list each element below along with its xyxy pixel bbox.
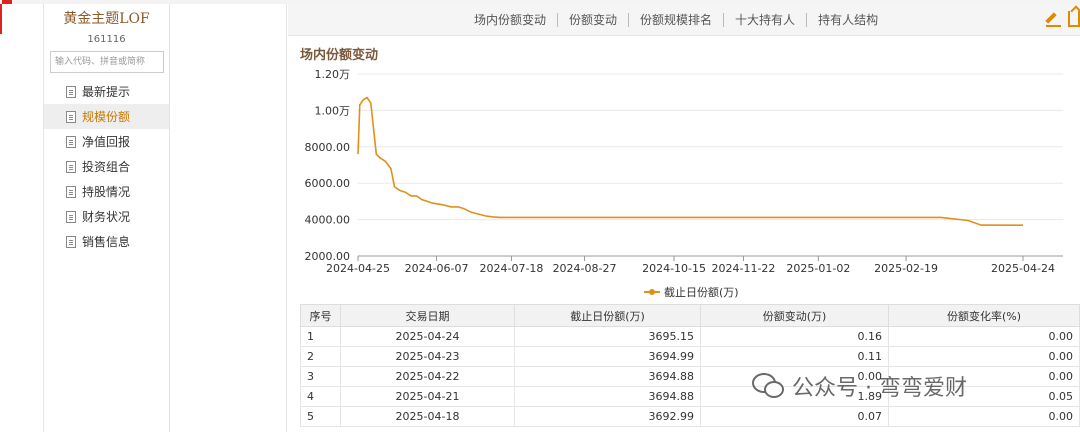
edit-icon[interactable] — [1046, 11, 1062, 27]
row-shares: 3694.88 — [514, 386, 701, 407]
document-icon — [66, 235, 76, 248]
row-date: 2025-04-22 — [340, 366, 515, 387]
y-tick-label: 8000.00 — [305, 141, 351, 154]
x-tick-label: 2024-11-22 — [712, 262, 776, 275]
row-index: 1 — [300, 326, 341, 347]
section-title: 场内份额变动 — [300, 48, 379, 63]
sidebar-item-5[interactable]: 财务状况 — [44, 204, 169, 229]
row-date: 2025-04-23 — [340, 346, 515, 367]
row-date: 2025-04-24 — [340, 326, 515, 347]
sidebar-item-6[interactable]: 销售信息 — [44, 229, 169, 254]
row-shares: 3692.99 — [514, 406, 701, 427]
toolbar — [1046, 11, 1080, 27]
table-row: 2 2025-04-23 3694.99 0.11 0.00 — [300, 346, 1080, 367]
tab-1[interactable]: 份额变动 — [557, 13, 628, 27]
row-index: 4 — [300, 386, 341, 407]
sidebar-item-0[interactable]: 最新提示 — [44, 79, 169, 104]
secondary-panel — [170, 4, 287, 432]
sidebar-item-label: 最新提示 — [82, 85, 131, 99]
sidebar-item-1[interactable]: 规模份额 — [44, 104, 169, 129]
watermark-text: 公众号 · 弯弯爱财 — [792, 376, 967, 401]
fund-code: 161116 — [87, 34, 126, 45]
x-tick-label: 2025-01-02 — [786, 262, 850, 275]
sidebar-item-4[interactable]: 持股情况 — [44, 179, 169, 204]
tab-bar: 场内份额变动 份额变动 份额规模排名 十大持有人 持有人结构 — [288, 4, 1080, 36]
document-icon — [66, 110, 76, 123]
document-icon — [66, 210, 76, 223]
y-tick-label: 6000.00 — [305, 177, 351, 190]
row-index: 5 — [300, 406, 341, 427]
x-tick-label: 2024-04-25 — [326, 262, 390, 275]
x-tick-label: 2024-06-07 — [405, 262, 469, 275]
sidebar-item-label: 销售信息 — [82, 235, 131, 249]
legend-marker — [649, 289, 655, 295]
column-header-2[interactable]: 截止日份额(万) — [514, 304, 701, 327]
table-header-row: 序号 交易日期 截止日份额(万) 份额变动(万) 份额变化率(%) — [300, 304, 1080, 327]
column-header-4[interactable]: 份额变化率(%) — [888, 304, 1080, 327]
y-tick-label: 4000.00 — [305, 214, 351, 227]
row-rate: 0.00 — [888, 326, 1080, 347]
tab-2[interactable]: 份额规模排名 — [628, 13, 723, 27]
wechat-icon — [752, 373, 784, 399]
left-gutter-marker — [0, 4, 2, 34]
document-icon — [66, 85, 76, 98]
document-icon — [66, 135, 76, 148]
fund-search-input[interactable] — [50, 51, 164, 73]
sidebar-item-label: 投资组合 — [82, 160, 131, 174]
shares-table: 序号 交易日期 截止日份额(万) 份额变动(万) 份额变化率(%) 1 2025-04-2… — [300, 304, 1080, 427]
watermark: 公众号 · 弯弯爱财 — [752, 370, 967, 402]
row-change: 0.16 — [700, 326, 889, 347]
main-panel: 场内份额变动 份额变动 份额规模排名 十大持有人 持有人结构 场内份额变动 1.20万 1… — [288, 4, 1080, 432]
sidebar-item-label: 财务状况 — [82, 210, 131, 224]
row-change: 0.11 — [700, 346, 889, 367]
x-tick-label: 2024-10-15 — [642, 262, 706, 275]
tab-0[interactable]: 场内份额变动 — [463, 13, 557, 27]
y-tick-label: 1.00万 — [315, 104, 351, 117]
left-gutter — [0, 4, 44, 432]
x-tick-label: 2024-07-18 — [479, 262, 543, 275]
x-tick-label: 2025-02-19 — [874, 262, 938, 275]
document-icon — [66, 160, 76, 173]
sidebar-item-label: 持股情况 — [82, 185, 131, 199]
sidebar-item-label: 规模份额 — [82, 110, 131, 124]
table-row: 5 2025-04-18 3692.99 0.07 0.00 — [300, 406, 1080, 427]
x-tick-label: 2024-08-27 — [553, 262, 617, 275]
x-tick-label: 2025-04-24 — [991, 262, 1055, 275]
tab-4[interactable]: 持有人结构 — [806, 13, 889, 27]
row-rate: 0.00 — [888, 406, 1080, 427]
share-line-chart: 1.20万1.00万8000.006000.004000.002000.0020… — [305, 68, 1063, 299]
legend-label: 截止日份额(万) — [664, 285, 739, 299]
document-icon — [66, 185, 76, 198]
row-change: 0.07 — [700, 406, 889, 427]
row-index: 3 — [300, 366, 341, 387]
tabs: 场内份额变动 份额变动 份额规模排名 十大持有人 持有人结构 — [463, 13, 889, 27]
fund-name: 黄金主题LOF — [63, 11, 150, 27]
column-header-1[interactable]: 交易日期 — [340, 304, 515, 327]
row-index: 2 — [300, 346, 341, 367]
row-shares: 3694.88 — [514, 366, 701, 387]
table-row: 1 2025-04-24 3695.15 0.16 0.00 — [300, 326, 1080, 347]
sidebar: 黄金主题LOF 161116 最新提示规模份额净值回报投资组合持股情况财务状况销… — [44, 4, 170, 432]
series-line — [357, 96, 1024, 226]
y-tick-label: 1.20万 — [315, 68, 351, 81]
share-icon[interactable] — [1068, 11, 1080, 27]
column-header-3[interactable]: 份额变动(万) — [700, 304, 889, 327]
sidebar-menu: 最新提示规模份额净值回报投资组合持股情况财务状况销售信息 — [44, 79, 169, 254]
sidebar-item-2[interactable]: 净值回报 — [44, 129, 169, 154]
row-shares: 3695.15 — [514, 326, 701, 347]
row-date: 2025-04-18 — [340, 406, 515, 427]
sidebar-item-3[interactable]: 投资组合 — [44, 154, 169, 179]
column-header-0[interactable]: 序号 — [300, 304, 341, 327]
sidebar-item-label: 净值回报 — [82, 135, 131, 149]
tab-3[interactable]: 十大持有人 — [723, 13, 806, 27]
row-date: 2025-04-21 — [340, 386, 515, 407]
row-shares: 3694.99 — [514, 346, 701, 367]
row-rate: 0.00 — [888, 346, 1080, 367]
